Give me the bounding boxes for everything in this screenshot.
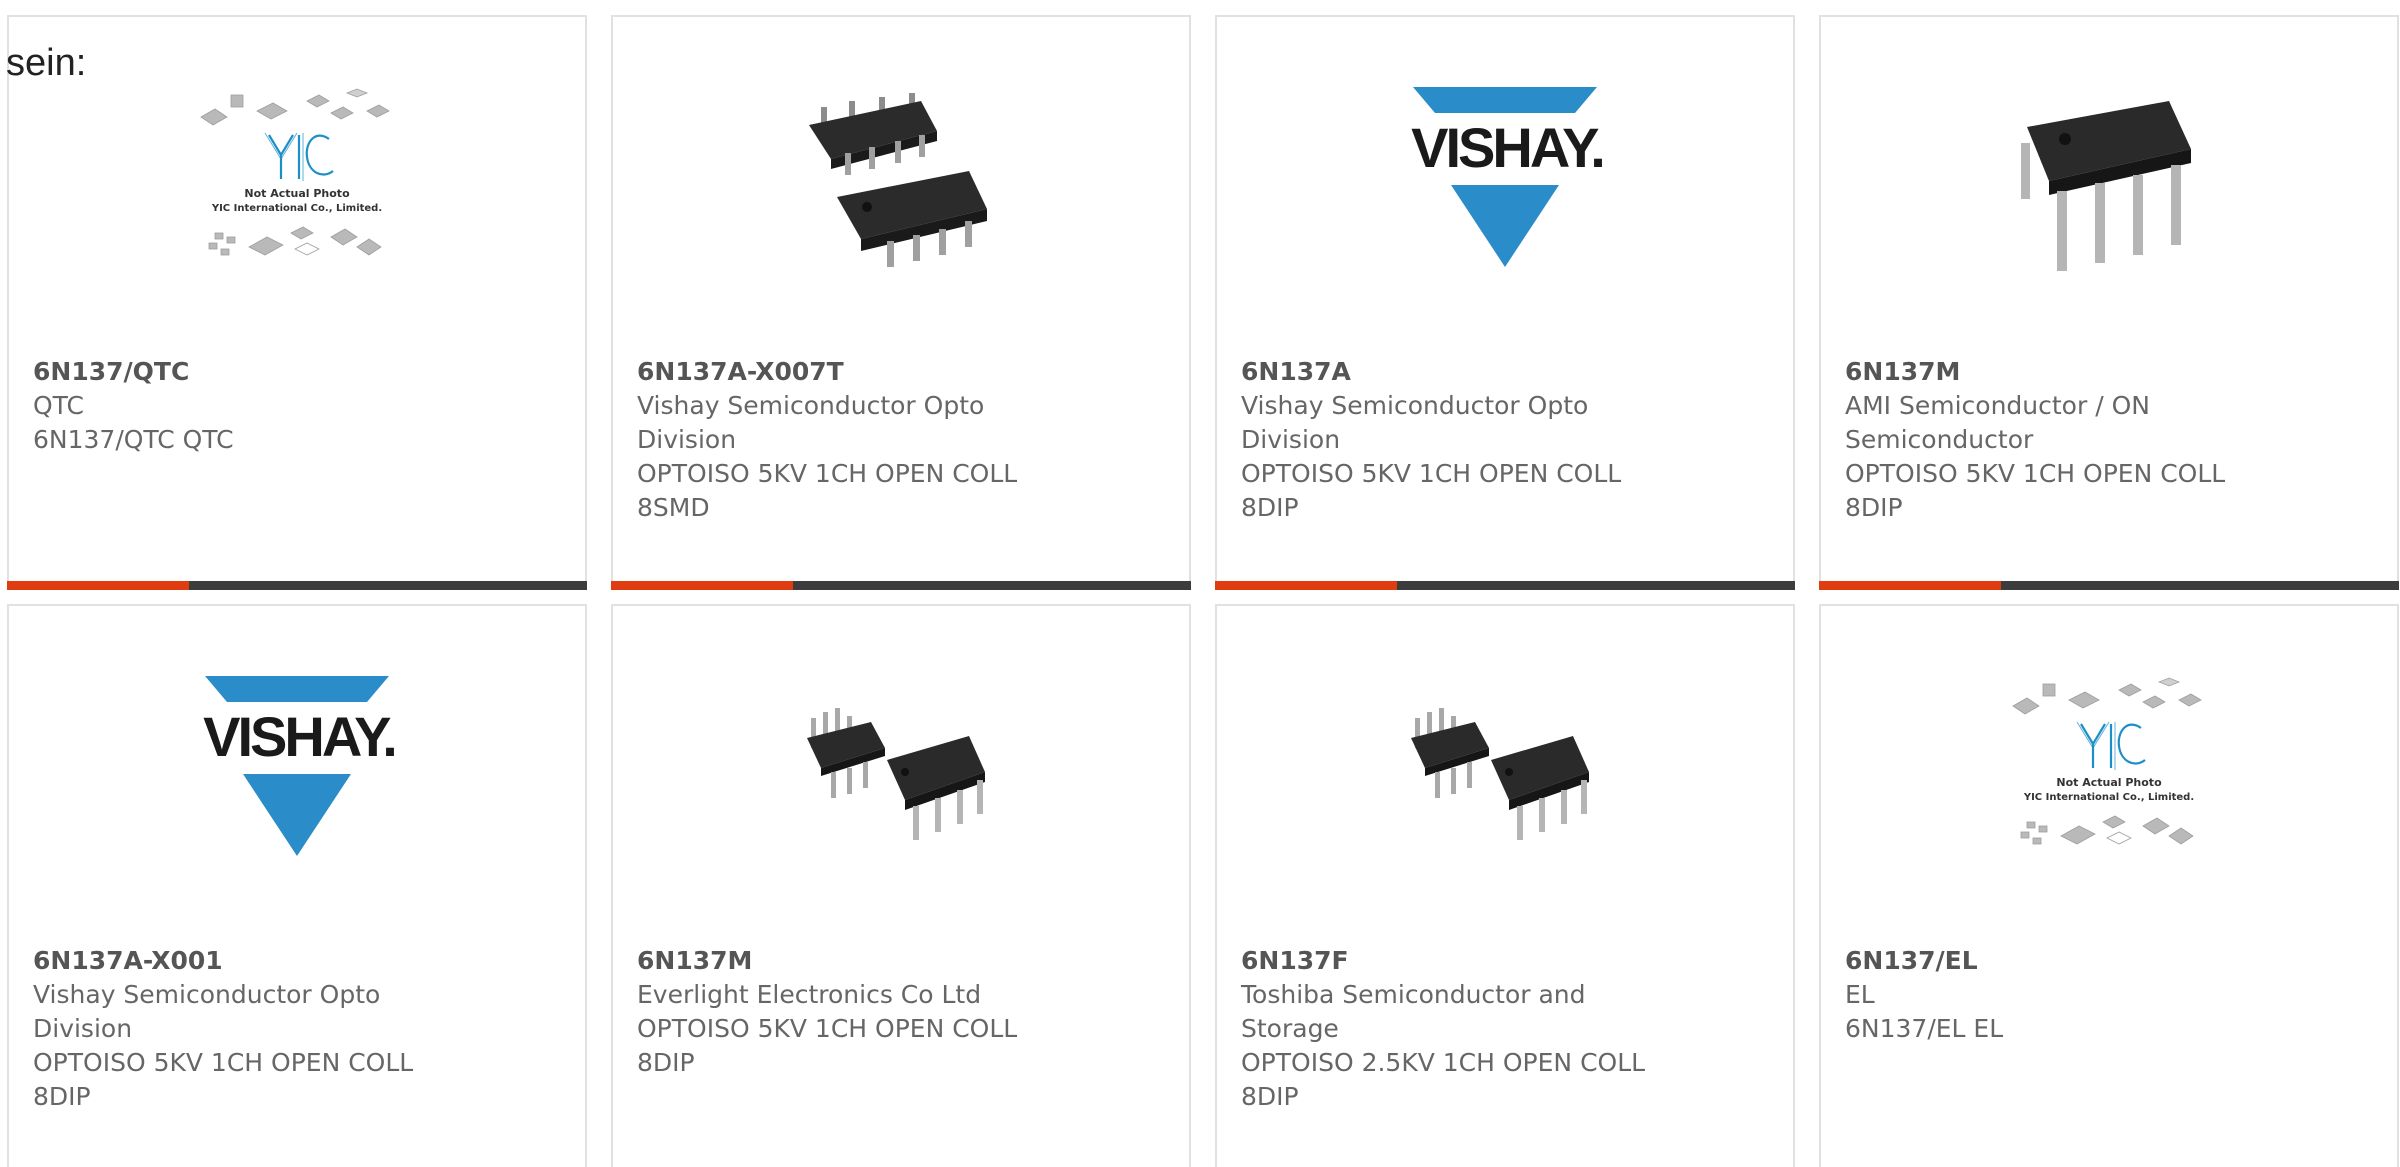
product-info: 6N137A Vishay Semiconductor Opto Divisio… [1241, 355, 1681, 525]
part-number-link[interactable]: 6N137A-X007T [637, 355, 1077, 389]
vishay-logo[interactable]: VISHAY. [197, 676, 397, 876]
part-number-link[interactable]: 6N137A [1241, 355, 1681, 389]
card-accent-bar [611, 581, 793, 590]
product-description: OPTOISO 5KV 1CH OPEN COLL 8DIP [33, 1048, 414, 1111]
part-number-link[interactable]: 6N137M [1845, 355, 2285, 389]
product-card[interactable]: VISHAY. 6N137A-X001 Vishay Semiconductor… [7, 604, 587, 1167]
manufacturer-name: QTC [33, 391, 84, 420]
card-underline-bar [1215, 581, 1795, 590]
part-number-link[interactable]: 6N137/EL [1845, 944, 2285, 978]
vishay-logo-text: VISHAY. [1411, 116, 1603, 179]
placeholder-caption-line2: YIC International Co., Limited. [2023, 792, 2194, 803]
placeholder-caption-line2: YIC International Co., Limited. [211, 203, 382, 214]
card-underline-bar [611, 581, 1191, 590]
part-number-link[interactable]: 6N137/QTC [33, 355, 473, 389]
vishay-logo-text: VISHAY. [203, 705, 395, 768]
product-description: OPTOISO 2.5KV 1CH OPEN COLL 8DIP [1241, 1048, 1646, 1111]
part-number-link[interactable]: 6N137F [1241, 944, 1681, 978]
product-card[interactable]: 6N137A-X007T Vishay Semiconductor Opto D… [611, 15, 1191, 590]
product-card[interactable]: VISHAY. 6N137A Vishay Semiconductor Opto… [1215, 15, 1795, 590]
product-description: 6N137/EL EL [1845, 1014, 2004, 1043]
product-card[interactable]: 6N137M AMI Semiconductor / ON Semiconduc… [1819, 15, 2399, 590]
placeholder-icon[interactable]: Not Actual Photo YIC International Co., … [197, 87, 397, 287]
product-grid: Not Actual Photo YIC International Co., … [7, 15, 2399, 1167]
product-info: 6N137/QTC QTC 6N137/QTC QTC [33, 355, 473, 457]
product-info: 6N137F Toshiba Semiconductor and Storage… [1241, 944, 1681, 1114]
dip8-chip-icon[interactable] [2009, 87, 2209, 287]
product-card[interactable]: 6N137M Everlight Electronics Co Ltd OPTO… [611, 604, 1191, 1167]
page: sein: Not Actual Photo YIC International… [0, 0, 2400, 1167]
manufacturer-name: Vishay Semiconductor Opto Division [33, 980, 381, 1043]
manufacturer-name: AMI Semiconductor / ON Semiconductor [1845, 391, 2150, 454]
card-accent-bar [7, 581, 189, 590]
product-info: 6N137M Everlight Electronics Co Ltd OPTO… [637, 944, 1077, 1080]
manufacturer-name: Vishay Semiconductor Opto Division [1241, 391, 1589, 454]
product-card[interactable]: Not Actual Photo YIC International Co., … [1819, 604, 2399, 1167]
product-info: 6N137A-X001 Vishay Semiconductor Opto Di… [33, 944, 473, 1114]
product-info: 6N137A-X007T Vishay Semiconductor Opto D… [637, 355, 1077, 525]
dip8-pair-icon[interactable] [1405, 676, 1605, 876]
card-accent-bar [1215, 581, 1397, 590]
placeholder-icon[interactable]: Not Actual Photo YIC International Co., … [2009, 676, 2209, 876]
vishay-logo[interactable]: VISHAY. [1405, 87, 1605, 287]
manufacturer-name: Everlight Electronics Co Ltd [637, 980, 982, 1009]
product-description: OPTOISO 5KV 1CH OPEN COLL 8DIP [637, 1014, 1018, 1077]
placeholder-caption-line1: Not Actual Photo [2056, 776, 2162, 789]
manufacturer-name: EL [1845, 980, 1875, 1009]
product-description: OPTOISO 5KV 1CH OPEN COLL 8SMD [637, 459, 1018, 522]
placeholder-caption-line1: Not Actual Photo [244, 187, 350, 200]
product-description: OPTOISO 5KV 1CH OPEN COLL 8DIP [1241, 459, 1622, 522]
card-underline-bar [1819, 581, 2399, 590]
manufacturer-name: Toshiba Semiconductor and Storage [1241, 980, 1586, 1043]
card-underline-bar [7, 581, 587, 590]
product-info: 6N137M AMI Semiconductor / ON Semiconduc… [1845, 355, 2285, 525]
product-card[interactable]: 6N137F Toshiba Semiconductor and Storage… [1215, 604, 1795, 1167]
smd8-chip-icon[interactable] [801, 87, 1001, 287]
product-description: 6N137/QTC QTC [33, 425, 234, 454]
part-number-link[interactable]: 6N137M [637, 944, 1077, 978]
dip8-pair-icon[interactable] [801, 676, 1001, 876]
card-accent-bar [1819, 581, 2001, 590]
intro-text: sein: [6, 42, 87, 84]
product-info: 6N137/EL EL 6N137/EL EL [1845, 944, 2285, 1046]
part-number-link[interactable]: 6N137A-X001 [33, 944, 473, 978]
product-card[interactable]: Not Actual Photo YIC International Co., … [7, 15, 587, 590]
manufacturer-name: Vishay Semiconductor Opto Division [637, 391, 985, 454]
product-description: OPTOISO 5KV 1CH OPEN COLL 8DIP [1845, 459, 2226, 522]
